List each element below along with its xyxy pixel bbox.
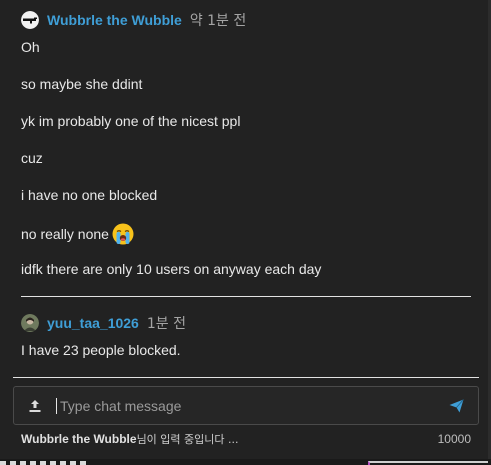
message-line: cuz [21, 150, 43, 166]
send-icon [449, 398, 464, 412]
loudly-crying-face-icon [112, 223, 134, 245]
message-group: yuu_taa_1026 1분 전 I have 23 people block… [21, 312, 471, 359]
chat-panel: Wubbrle the Wubble 약 1분 전 Oh so maybe sh… [0, 0, 491, 465]
message-line: idfk there are only 10 users on anyway e… [21, 261, 322, 277]
username[interactable]: yuu_taa_1026 [47, 315, 139, 331]
message-line: i have no one blocked [21, 187, 158, 203]
message-line-with-emoji: no really none [21, 223, 134, 245]
timestamp: 약 1분 전 [189, 13, 247, 29]
message-text: no really none [21, 226, 109, 242]
send-button[interactable] [434, 387, 478, 424]
typing-user-name: Wubbrle the Wubble [21, 432, 137, 446]
avatar[interactable] [21, 314, 39, 332]
message-line: I have 23 people blocked. [21, 342, 181, 358]
upload-icon [29, 399, 41, 412]
message-line: Oh [21, 39, 40, 55]
username[interactable]: Wubbrle the Wubble [47, 12, 182, 28]
typing-indicator: Wubbrle the Wubble님이 입력 중입니다 ... 10000 [21, 431, 471, 446]
message-header: yuu_taa_1026 1분 전 [21, 312, 471, 334]
upload-button[interactable] [14, 387, 56, 424]
timestamp: 1분 전 [146, 316, 186, 332]
message-divider [21, 296, 471, 297]
input-divider [13, 377, 479, 378]
bottom-strip-accent [368, 461, 488, 465]
text-caret [56, 397, 57, 414]
typing-status-text: 님이 입력 중입니다 ... [136, 433, 239, 446]
chat-input-box [13, 386, 479, 425]
message-line: so maybe she ddint [21, 76, 143, 92]
chat-message-input[interactable] [58, 387, 434, 424]
avatar[interactable] [21, 11, 39, 29]
message-line: yk im probably one of the nicest ppl [21, 113, 241, 129]
bottom-strip-pattern [0, 461, 90, 465]
message-header: Wubbrle the Wubble 약 1분 전 [21, 9, 471, 31]
chat-input-wrapper [56, 387, 434, 424]
character-limit: 10000 [437, 432, 471, 446]
message-group: Wubbrle the Wubble 약 1분 전 Oh so maybe sh… [21, 9, 471, 277]
